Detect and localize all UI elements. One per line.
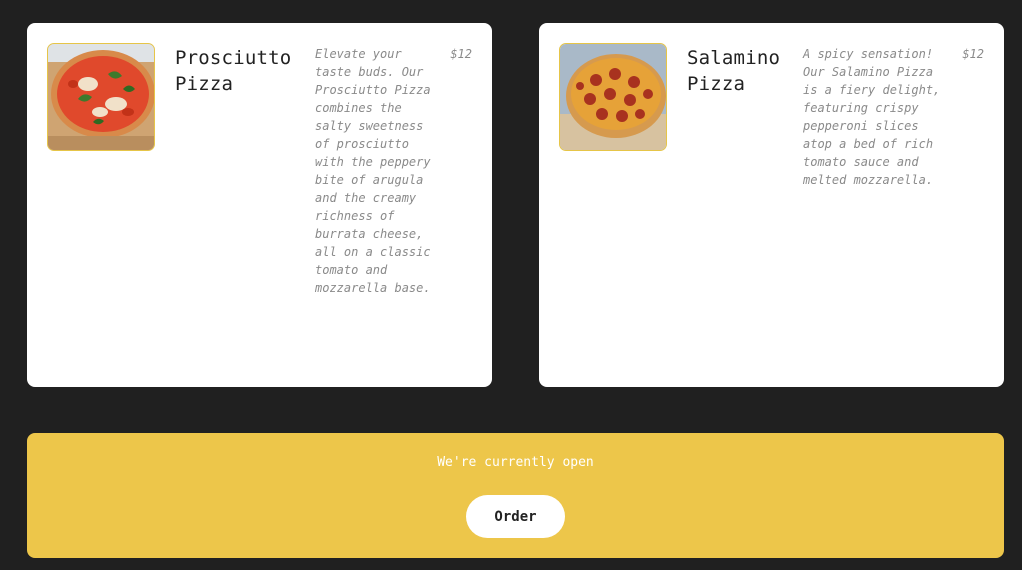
order-button[interactable]: Order xyxy=(466,495,565,538)
pizza-description: A spicy sensation! Our Salamino Pizza is… xyxy=(803,47,941,187)
pizza-menu: Prosciutto Pizza Elevate your taste buds… xyxy=(27,23,1004,387)
pizza-name: Salamino Pizza xyxy=(687,47,781,95)
pizza-price: $12 xyxy=(962,47,984,61)
open-status-text: We're currently open xyxy=(437,455,594,470)
open-status-banner: We're currently open Order xyxy=(27,433,1004,558)
prosciutto-pizza-image xyxy=(48,44,154,150)
pizza-price: $12 xyxy=(450,47,472,61)
pizza-name: Prosciutto Pizza xyxy=(175,47,292,95)
pizza-card-prosciutto: Prosciutto Pizza Elevate your taste buds… xyxy=(27,23,492,387)
prosciutto-pizza-photo xyxy=(47,43,155,151)
salamino-pizza-image xyxy=(560,44,666,150)
pizza-card-salamino: Salamino Pizza A spicy sensation! Our Sa… xyxy=(539,23,1004,387)
salamino-pizza-photo xyxy=(559,43,667,151)
pizza-description: Elevate your taste buds. Our Prosciutto … xyxy=(315,47,431,295)
